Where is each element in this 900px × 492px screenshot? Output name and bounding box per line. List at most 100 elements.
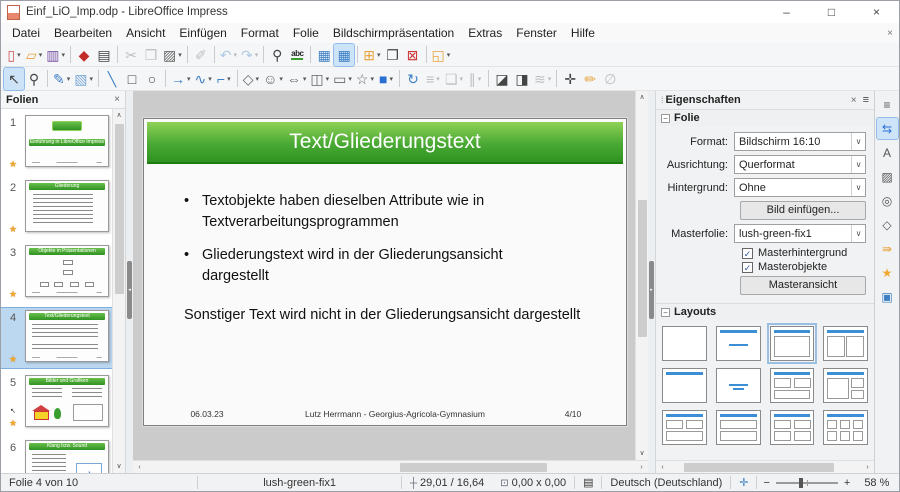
scroll-right-icon[interactable]: › [861,461,874,474]
insert-line-button[interactable]: ╲ [102,68,122,90]
layout-option-blank[interactable] [662,326,707,361]
shadow-button[interactable]: ◪ [492,68,512,90]
master-view-button[interactable]: Masteransicht [740,276,866,295]
ellipse-button[interactable]: ○ [142,68,162,90]
select-tool-button[interactable]: ↖ [4,68,24,90]
dropdown-arrow-icon[interactable]: ▾ [187,75,191,83]
master-objects-checkbox-row[interactable]: ✓ Masterobjekte [742,261,866,273]
slide-thumbnail[interactable]: Einführung in LibreOffice Impress [25,115,109,167]
slides-panel-close-icon[interactable]: × [114,94,120,105]
main-horizontal-scrollbar[interactable]: ‹ › [133,460,648,473]
dropdown-arrow-icon[interactable]: ▾ [326,75,330,83]
dropdown-arrow-icon[interactable]: ▾ [389,75,393,83]
slide-thumbnail[interactable]: Text/Gliederungstext [25,310,109,362]
fill-color-button[interactable]: ▧▾ [72,68,95,90]
scrollbar-thumb[interactable] [684,463,834,472]
basic-shapes-button[interactable]: ◇▾ [241,68,261,90]
chevron-down-icon[interactable]: ∨ [851,179,865,196]
sidebar-horizontal-scrollbar[interactable]: ‹ › [656,460,874,473]
close-button[interactable]: × [854,1,899,23]
minimize-button[interactable]: – [764,1,809,23]
new-slide-button[interactable]: ⊞▾ [361,44,382,66]
dropdown-arrow-icon[interactable]: ▾ [447,51,451,59]
language-status[interactable]: Deutsch (Deutschland) [602,477,730,489]
print-button[interactable]: ▤ [94,44,114,66]
dropdown-arrow-icon[interactable]: ▾ [548,75,552,83]
tab-animation[interactable]: ★ [877,262,898,283]
workspace[interactable]: Text/Gliederungstext • Textobjekte haben… [133,91,635,460]
animation-star-icon[interactable]: ★ [9,355,17,364]
dropdown-arrow-icon[interactable]: ▾ [255,51,259,59]
dropdown-arrow-icon[interactable]: ▾ [67,75,71,83]
menu-hilfe[interactable]: Hilfe [564,24,602,42]
dropdown-arrow-icon[interactable]: ▾ [279,75,283,83]
orientation-select[interactable]: Querformat ∨ [734,155,866,174]
redo-button[interactable]: ↷▾ [239,44,260,66]
connector-button[interactable]: ⌐▾ [214,68,234,90]
zoom-percentage[interactable]: 58 % [856,477,899,489]
checkbox-checked-icon[interactable]: ✓ [742,262,753,273]
open-button[interactable]: ▱▾ [24,44,44,66]
dropdown-arrow-icon[interactable]: ▾ [227,75,231,83]
star-shapes-button[interactable]: ☆▾ [354,68,376,90]
tab-shapes[interactable]: ◇ [877,214,898,235]
slide-thumbnail-row-5[interactable]: 5 ↖ ★ Bilder und Grafiken [1,373,112,433]
chevron-down-icon[interactable]: ∨ [851,225,865,242]
tab-properties[interactable]: ⇆ [877,118,898,139]
splitter-handle[interactable]: ◂ [127,261,132,319]
dropdown-arrow-icon[interactable]: ▾ [208,75,212,83]
gluepoint-functions-button[interactable]: ✏ [580,68,600,90]
format-select[interactable]: Bildschirm 16:10 ∨ [734,132,866,151]
layout-option-two-over-one-wide[interactable] [662,410,707,445]
zoom-tool-button[interactable]: ⚲ [24,68,44,90]
clone-formatting-button[interactable]: ✐ [191,44,211,66]
dropdown-arrow-icon[interactable]: ▾ [348,75,352,83]
scroll-up-icon[interactable]: ∧ [636,91,649,104]
tab-master-slides[interactable]: ▣ [877,286,898,307]
slide-thumbnail[interactable]: Klang bzw. Sound ♪ [25,440,109,473]
main-vertical-scrollbar[interactable]: ∧ ∨ [635,91,648,460]
line-color-button[interactable]: ✎▾ [51,68,72,90]
sidebar-close-icon[interactable]: × [851,95,857,106]
fit-slide-icon[interactable]: ✛ [731,476,756,489]
layout-option-title-two-content[interactable] [823,326,868,361]
menu-extras[interactable]: Extras [461,24,509,42]
zoom-slider[interactable]: − + [757,477,856,489]
save-button[interactable]: ▥▾ [44,44,67,66]
distribute-button[interactable]: ∥▾ [465,68,485,90]
layout-option-content-two-content[interactable] [823,368,868,403]
block-arrows-button[interactable]: ⇔▾ [285,68,309,90]
slide-free-text[interactable]: Sonstiger Text wird nicht in der Glieder… [184,307,580,323]
sidebar-menu-icon[interactable]: ≡ [863,94,869,106]
insert-image-button[interactable]: Bild einfügen... [740,201,866,220]
close-document-icon[interactable]: × [887,28,893,39]
toggle-extrusion-button[interactable]: ∅ [600,68,620,90]
background-select[interactable]: Ohne ∨ [734,178,866,197]
layouts-section-header[interactable]: − Layouts [656,303,874,320]
zoom-slider-track[interactable] [776,482,838,484]
scrollbar-thumb[interactable] [638,200,647,337]
scrollbar-thumb[interactable] [115,124,124,294]
arrange-button[interactable]: ❏▾ [443,68,465,90]
menu-datei[interactable]: Datei [5,24,47,42]
align-objects-button[interactable]: ≡▾ [423,68,443,90]
flowchart-button[interactable]: ◫▾ [308,68,331,90]
dropdown-arrow-icon[interactable]: ▾ [460,75,464,83]
dropdown-arrow-icon[interactable]: ▾ [39,51,43,59]
scroll-down-icon[interactable]: ∨ [636,447,649,460]
menu-bearbeiten[interactable]: Bearbeiten [47,24,119,42]
animation-star-icon[interactable]: ★ [9,290,17,299]
layout-option-one-over-one[interactable] [716,410,761,445]
slide-canvas[interactable]: Text/Gliederungstext • Textobjekte haben… [143,118,627,426]
zoom-slider-thumb[interactable] [799,478,803,488]
dropdown-arrow-icon[interactable]: ▾ [89,75,93,83]
dropdown-arrow-icon[interactable]: ▾ [62,51,66,59]
slide-thumbnail-row-2[interactable]: 2 ★ Gliederung [1,178,112,238]
curve-button[interactable]: ∿▾ [193,68,214,90]
slide-title-placeholder[interactable]: Text/Gliederungstext [147,122,623,164]
dropdown-arrow-icon[interactable]: ▾ [17,51,21,59]
menu-fenster[interactable]: Fenster [509,24,564,42]
slide-thumbnail-row-1[interactable]: 1 ★ Einführung in LibreOffice Impress [1,113,112,173]
export-pdf-button[interactable]: ◆ [74,44,94,66]
document-modified-icon[interactable]: ▤ [575,476,601,489]
